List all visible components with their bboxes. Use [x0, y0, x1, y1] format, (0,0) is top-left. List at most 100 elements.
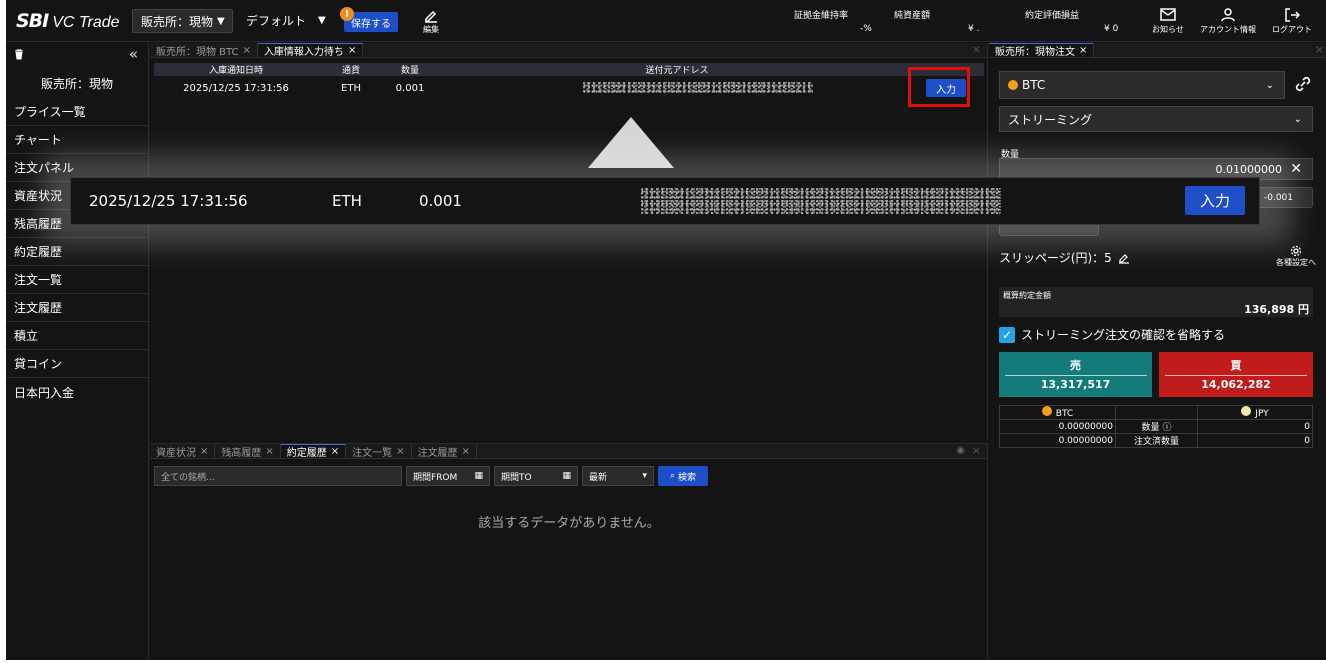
tab-spot-order[interactable]: 販売所：現物注文 ×	[989, 43, 1095, 58]
info-icon[interactable]: ⓘ	[1162, 423, 1171, 433]
filter-row: 全ての銘柄... 期間FROM ▦ 期間TO ▦ 最新 ▾ ⌕ 検索	[154, 466, 708, 486]
edit-icon	[425, 10, 437, 23]
tab-order-list[interactable]: 注文一覧 ×	[346, 444, 412, 459]
search-button[interactable]: ⌕ 検索	[658, 466, 708, 486]
tab-deposit-pending[interactable]: 入庫情報入力待ち ×	[257, 43, 364, 58]
tab-execution-history[interactable]: 約定履歴 ×	[280, 444, 347, 459]
balance-coin-header: BTC	[999, 405, 1116, 420]
sidebar-item-savings[interactable]: 積立	[6, 322, 148, 350]
exchange-select[interactable]: 販売所：現物 ▼	[132, 9, 233, 33]
btc-qty: 0.00000000	[999, 419, 1116, 434]
margin-ratio-stat: 証拠金維持率 -%	[794, 8, 872, 34]
user-icon	[1221, 8, 1235, 22]
close-pane-icon[interactable]: ×	[1315, 43, 1324, 56]
buy-label: 買	[1230, 359, 1242, 372]
ordered-row-label: 注文済数量	[1115, 433, 1198, 448]
pnl-stat: 約定評価損益 ¥ 0	[1025, 8, 1118, 34]
cell-date: 2025/12/25 17:31:56	[183, 82, 289, 94]
collapse-sidebar-button[interactable]: «	[129, 45, 138, 63]
sidebar-item-order-history[interactable]: 注文履歴	[6, 294, 148, 322]
table-row: 2025/12/25 17:31:56 ETH 0.001 入力	[154, 76, 984, 100]
close-pane-icon[interactable]: ×	[972, 43, 981, 56]
balance-table: BTC JPY 0.00000000 数量 ⓘ 0 0.00000000 注文済…	[999, 405, 1313, 448]
close-pane-icon[interactable]: ×	[972, 444, 981, 457]
margin-ratio-value: -%	[860, 24, 872, 34]
edit-button[interactable]: 編集	[419, 8, 443, 35]
layout-select[interactable]: デフォルト ▼	[246, 12, 326, 29]
order-mode-select[interactable]: ストリーミング ⌄	[999, 106, 1313, 132]
col-currency: 通貨	[341, 66, 360, 76]
trash-icon[interactable]	[14, 49, 24, 63]
tab-label: 販売所：現物 BTC	[156, 46, 239, 58]
jpy-icon	[1241, 406, 1252, 416]
account-label: アカウント情報	[1200, 25, 1256, 34]
sidebar-item-jpy-deposit[interactable]: 日本円入金	[6, 378, 148, 406]
logout-button[interactable]: ログアウト	[1272, 8, 1312, 35]
logo-main: SBI	[16, 10, 49, 32]
btc-ordered: 0.00000000	[999, 433, 1116, 448]
sidebar-item-price-list[interactable]: プライス一覧	[6, 98, 148, 126]
slippage-setting[interactable]: スリッページ(円)：5	[999, 249, 1130, 266]
chevron-down-icon: ⌄	[1293, 113, 1302, 125]
tab-order-history[interactable]: 注文履歴 ×	[412, 444, 477, 459]
link-icon[interactable]	[1293, 74, 1313, 97]
close-icon[interactable]: ×	[200, 446, 208, 457]
period-to-label: 期間TO	[501, 472, 532, 483]
sell-button[interactable]: 売 13,317,517	[999, 352, 1152, 397]
tab-label: 入庫情報入力待ち	[263, 47, 344, 58]
sell-price: 13,317,517	[1040, 378, 1111, 391]
zoom-input-button[interactable]: 入力	[1185, 186, 1245, 215]
chevron-down-icon: ▼	[318, 15, 326, 26]
close-icon[interactable]: ×	[243, 45, 251, 56]
skip-confirm-checkbox[interactable]: ✓ ストリーミング注文の確認を省略する	[999, 326, 1225, 343]
tab-assets[interactable]: 資産状況 ×	[150, 444, 216, 459]
search-icon: ⌕	[670, 471, 676, 481]
symbol-filter-input[interactable]: 全ての銘柄...	[154, 466, 402, 486]
table-row: BTC JPY	[999, 405, 1313, 420]
close-icon[interactable]: ×	[331, 446, 339, 457]
account-button[interactable]: アカウント情報	[1200, 8, 1256, 35]
settings-label: 各種設定へ	[1276, 258, 1316, 267]
pnl-label: 約定評価損益	[1025, 11, 1080, 21]
table-row: 0.00000000 数量 ⓘ 0	[999, 419, 1313, 434]
coin-select-value: BTC	[1022, 78, 1046, 92]
order-mode-value: ストリーミング	[1008, 112, 1093, 127]
settings-link[interactable]: 各種設定へ	[1271, 245, 1321, 268]
highlight-box	[908, 67, 970, 107]
buy-button[interactable]: 買 14,062,282	[1159, 352, 1313, 397]
sidebar-item-lending[interactable]: 貸コイン	[6, 350, 148, 378]
sort-select[interactable]: 最新 ▾	[582, 466, 654, 486]
eye-icon[interactable]: ◉	[956, 445, 965, 456]
tab-label: 残高履歴	[221, 447, 262, 459]
qty-row-label: 数量 ⓘ	[1115, 419, 1198, 434]
sbi-vc-trade-logo[interactable]: SBI VC Trade	[16, 10, 120, 34]
close-icon[interactable]: ×	[348, 45, 356, 56]
close-icon[interactable]: ×	[396, 446, 404, 457]
tab-label: 約定履歴	[286, 448, 327, 459]
sidebar-item-order-list[interactable]: 注文一覧	[6, 266, 148, 294]
period-from-field[interactable]: 期間FROM ▦	[406, 466, 490, 486]
tab-balance-history[interactable]: 残高履歴 ×	[215, 444, 281, 459]
notifications-button[interactable]: お知らせ	[1152, 8, 1184, 35]
deposit-table: 入庫通知日時 通貨 数量 送付元アドレス 2025/12/25 17:31:56…	[154, 63, 984, 100]
zoomed-row-callout: 2025/12/25 17:31:56 ETH 0.001 入力	[70, 177, 1260, 225]
logo-sub: VC Trade	[52, 14, 120, 31]
sidebar-item-chart[interactable]: チャート	[6, 126, 148, 154]
tab-label: 注文一覧	[352, 447, 393, 459]
period-to-field[interactable]: 期間TO ▦	[494, 466, 578, 486]
balance-coin-label: BTC	[1055, 409, 1074, 419]
coin-select[interactable]: BTC ⌄	[999, 71, 1285, 99]
tab-spot-btc[interactable]: 販売所：現物 BTC ×	[150, 43, 258, 58]
skip-confirm-label: ストリーミング注文の確認を省略する	[1021, 328, 1226, 342]
close-icon[interactable]: ×	[265, 446, 273, 457]
mail-icon	[1160, 8, 1176, 21]
order-panel: 販売所：現物注文 × × BTC ⌄ ストリーミング ⌄ 数量 0.0100000…	[989, 43, 1326, 660]
cell-qty: 0.001	[395, 82, 425, 94]
buy-price: 14,062,282	[1201, 378, 1271, 391]
close-icon[interactable]: ×	[1079, 45, 1087, 56]
close-icon[interactable]: ×	[462, 446, 470, 457]
redacted-address	[583, 82, 813, 93]
chevron-down-icon: ⌄	[1265, 79, 1274, 91]
sidebar: « 販売所：現物 プライス一覧 チャート 注文パネル 資産状況 残高履歴 約定履…	[6, 43, 149, 660]
clear-icon[interactable]: ✕	[1290, 161, 1302, 177]
